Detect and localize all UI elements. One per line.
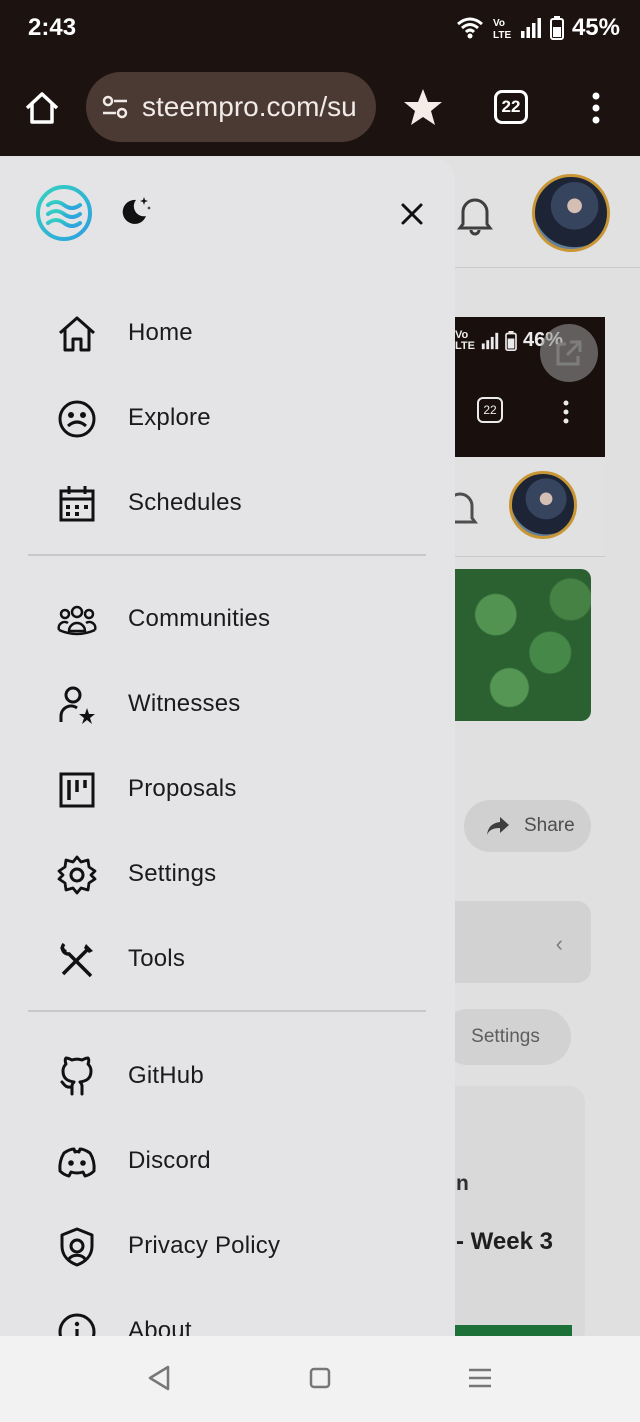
browser-toolbar: steempro.com/su 22	[0, 58, 640, 156]
info-icon	[58, 1313, 96, 1336]
url-bar[interactable]: steempro.com/su	[86, 72, 376, 142]
github-icon	[60, 1056, 93, 1096]
witness-icon	[59, 686, 95, 724]
battery-percent: 45%	[571, 14, 620, 41]
recents-icon[interactable]	[465, 1363, 495, 1393]
drawer-item-witnesses[interactable]: Witnesses	[0, 664, 455, 744]
drawer-item-discord[interactable]: Discord	[0, 1121, 455, 1201]
overflow-menu-icon[interactable]	[584, 88, 608, 128]
explore-icon	[58, 400, 96, 438]
drawer-item-github[interactable]: GitHub	[0, 1036, 455, 1116]
drawer-item-home[interactable]: Home	[0, 293, 455, 373]
drawer-item-label: GitHub	[128, 1062, 204, 1089]
drawer-item-label: Schedules	[128, 489, 242, 516]
drawer-divider	[28, 554, 426, 556]
status-bar: 2:43 Vo LTE 45%	[0, 0, 640, 58]
drawer-item-communities[interactable]: Communities	[0, 579, 455, 659]
discord-icon	[58, 1147, 96, 1178]
drawer-item-privacy-policy[interactable]: Privacy Policy	[0, 1206, 455, 1286]
signal-icon	[520, 18, 541, 38]
drawer-item-proposals[interactable]: Proposals	[0, 749, 455, 829]
drawer-item-label: Discord	[128, 1147, 211, 1174]
home-icon	[59, 316, 95, 352]
steempro-logo-icon[interactable]	[34, 183, 94, 243]
home-icon[interactable]	[22, 88, 62, 128]
drawer-item-settings[interactable]: Settings	[0, 834, 455, 914]
volte-icon: VoLTE	[493, 18, 511, 40]
drawer-item-label: Home	[128, 319, 193, 346]
drawer-item-label: Tools	[128, 945, 186, 972]
navigation-drawer: Home Explore Schedules Communities Witne…	[0, 158, 455, 1336]
url-text: steempro.com/su	[142, 91, 357, 122]
drawer-item-label: Privacy Policy	[128, 1232, 281, 1259]
system-navigation-bar	[0, 1336, 640, 1422]
gear-icon	[57, 855, 97, 895]
drawer-item-label: Settings	[128, 860, 217, 887]
drawer-item-label: Explore	[128, 404, 211, 431]
back-icon[interactable]	[144, 1363, 174, 1393]
drawer-item-tools[interactable]: Tools	[0, 919, 455, 999]
drawer-item-explore[interactable]: Explore	[0, 378, 455, 458]
communities-icon	[57, 605, 97, 636]
proposals-icon	[59, 772, 95, 808]
drawer-item-about[interactable]: About	[0, 1291, 455, 1336]
drawer-item-label: Witnesses	[128, 690, 241, 717]
site-settings-icon[interactable]	[100, 92, 130, 122]
drawer-item-label: Communities	[128, 605, 271, 632]
battery-icon	[549, 16, 564, 40]
close-icon[interactable]	[398, 200, 426, 228]
drawer-item-label: Proposals	[128, 775, 237, 802]
drawer-item-label: About	[128, 1317, 192, 1336]
calendar-icon	[59, 486, 95, 522]
drawer-divider	[28, 1010, 426, 1012]
dark-mode-icon[interactable]	[118, 194, 152, 228]
shield-icon	[60, 1227, 94, 1267]
tabs-icon[interactable]: 22	[494, 90, 528, 124]
drawer-item-schedules[interactable]: Schedules	[0, 463, 455, 543]
svg-text:LTE: LTE	[493, 30, 511, 40]
svg-text:Vo: Vo	[493, 18, 505, 29]
status-icons: Vo LTE 45%	[456, 14, 620, 42]
tools-icon	[59, 942, 93, 978]
wifi-icon	[456, 17, 483, 39]
status-time: 2:43	[28, 14, 77, 41]
drawer-header	[0, 158, 455, 270]
star-icon[interactable]	[402, 86, 444, 128]
home-square-icon[interactable]	[305, 1363, 335, 1393]
